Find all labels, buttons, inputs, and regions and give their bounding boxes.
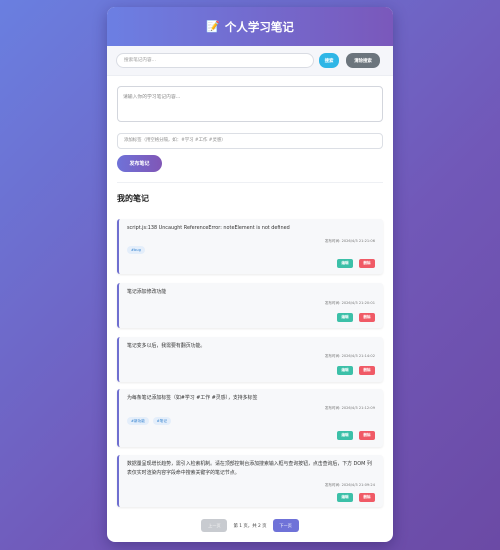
note-tags: #新功能 #笔记 bbox=[127, 417, 171, 425]
note-content: script.js:138 Uncaught ReferenceError: n… bbox=[127, 225, 290, 231]
edit-button[interactable]: 编辑 bbox=[337, 493, 353, 502]
edit-button[interactable]: 编辑 bbox=[337, 366, 353, 375]
note-item: 数据量呈现增长趋势，需引入检索机制。请在顶部控制台添加搜索输入框与查询按钮，点击… bbox=[117, 455, 383, 507]
next-page-button[interactable]: 下一页 bbox=[272, 519, 299, 532]
tag-badge[interactable]: #新功能 bbox=[127, 417, 149, 425]
note-editor: 发布笔记 bbox=[107, 76, 393, 183]
note-item: 笔记变多以后，我需要有翻页功能。 发布时间: 2026/4/3 21:14:02… bbox=[117, 337, 383, 382]
edit-button[interactable]: 编辑 bbox=[337, 431, 353, 440]
tags-input[interactable] bbox=[117, 132, 383, 149]
edit-button[interactable]: 编辑 bbox=[337, 313, 353, 322]
prev-page-button[interactable]: 上一页 bbox=[201, 519, 228, 532]
note-actions: 编辑 删除 bbox=[337, 313, 375, 322]
delete-button[interactable]: 删除 bbox=[359, 366, 375, 375]
note-time: 发布时间: 2026/4/3 21:14:02 bbox=[324, 354, 375, 358]
note-tags: #bug bbox=[127, 246, 145, 254]
note-content: 笔记添加修改功能 bbox=[127, 289, 167, 295]
search-input[interactable] bbox=[116, 53, 314, 68]
clear-search-button[interactable]: 清除搜索 bbox=[346, 53, 380, 68]
page-title: 个人学习笔记 bbox=[224, 19, 294, 34]
page-info: 第 1 页，共 2 页 bbox=[233, 523, 267, 529]
note-actions: 编辑 删除 bbox=[337, 493, 375, 502]
note-content-input[interactable] bbox=[117, 86, 383, 122]
pagination: 上一页 第 1 页，共 2 页 下一页 bbox=[107, 519, 393, 532]
note-content: 笔记变多以后，我需要有翻页功能。 bbox=[127, 343, 206, 349]
note-time: 发布时间: 2026/4/3 21:09:24 bbox=[324, 483, 375, 487]
note-time: 发布时间: 2026/4/3 21:12:09 bbox=[324, 406, 375, 410]
note-item: 笔记添加修改功能 发布时间: 2026/4/3 21:20:01 编辑 删除 bbox=[117, 283, 383, 328]
note-content: 为每条笔记添加标签（如#学习 #工作 #灵感），支持多标签 bbox=[127, 395, 258, 401]
memo-icon: 📝 bbox=[206, 20, 220, 33]
publish-note-button[interactable]: 发布笔记 bbox=[117, 154, 162, 172]
search-bar: 搜索 清除搜索 bbox=[107, 46, 393, 76]
delete-button[interactable]: 删除 bbox=[359, 259, 375, 268]
search-button[interactable]: 搜索 bbox=[319, 53, 339, 68]
delete-button[interactable]: 删除 bbox=[359, 313, 375, 322]
note-actions: 编辑 删除 bbox=[337, 259, 375, 268]
delete-button[interactable]: 删除 bbox=[359, 431, 375, 440]
note-time: 发布时间: 2026/4/3 21:20:01 bbox=[324, 301, 375, 305]
tag-badge[interactable]: #bug bbox=[127, 246, 145, 254]
notes-app: 📝 个人学习笔记 搜索 清除搜索 发布笔记 我的笔记 script.js:138… bbox=[107, 7, 393, 542]
note-content: 数据量呈现增长趋势，需引入检索机制。请在顶部控制台添加搜索输入框与查询按钮，点击… bbox=[127, 461, 372, 476]
note-actions: 编辑 删除 bbox=[337, 431, 375, 440]
note-time: 发布时间: 2026/4/3 21:21:06 bbox=[324, 239, 375, 243]
note-actions: 编辑 删除 bbox=[337, 366, 375, 375]
section-title: 我的笔记 bbox=[117, 193, 149, 203]
note-item: script.js:138 Uncaught ReferenceError: n… bbox=[117, 219, 383, 274]
tag-badge[interactable]: #笔记 bbox=[152, 417, 171, 425]
edit-button[interactable]: 编辑 bbox=[337, 259, 353, 268]
note-item: 为每条笔记添加标签（如#学习 #工作 #灵感），支持多标签 发布时间: 2026… bbox=[117, 389, 383, 447]
app-header: 📝 个人学习笔记 bbox=[107, 7, 393, 46]
delete-button[interactable]: 删除 bbox=[359, 493, 375, 502]
